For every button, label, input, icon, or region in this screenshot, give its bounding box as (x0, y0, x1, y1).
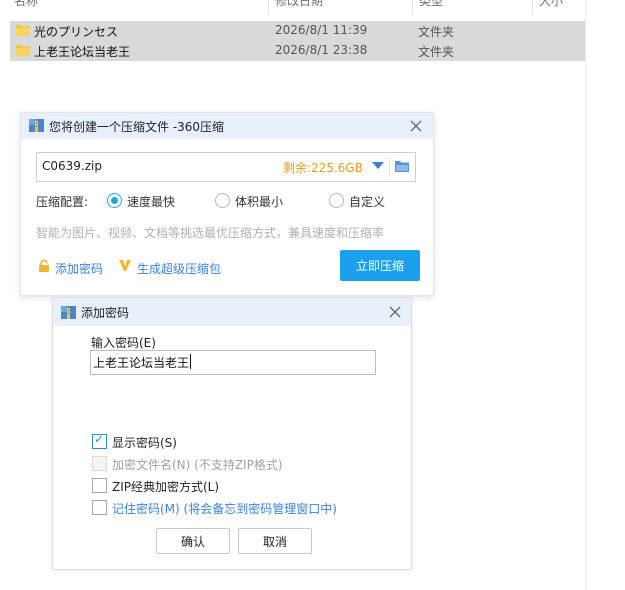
zip-classic-encryption-checkbox[interactable] (92, 478, 107, 493)
column-header-type[interactable]: 类型 (419, 0, 443, 9)
radio-custom[interactable] (329, 193, 344, 208)
compress-dialog: 您将创建一个压缩文件 -360压缩 C0639.zip 剩余:225.6GB 压… (20, 112, 434, 296)
dialog-title: 添加密码 (81, 306, 130, 320)
password-input-label: 输入密码(E) (91, 336, 156, 350)
radio-fastest-label[interactable]: 速度最快 (127, 193, 175, 210)
archive-filename[interactable]: C0639.zip (42, 159, 102, 173)
file-date: 2026/8/1 23:38 (275, 43, 368, 57)
chevron-down-icon[interactable] (372, 162, 384, 169)
add-password-link[interactable]: 添加密码 (55, 260, 103, 277)
remember-password-checkbox[interactable] (92, 500, 107, 515)
file-row[interactable]: 上老王论坛当老王 2026/8/1 23:38 文件夹 (10, 41, 585, 61)
show-password-label[interactable]: 显示密码(S) (112, 434, 177, 451)
column-header-modified[interactable]: 修改日期 (275, 0, 323, 9)
column-divider[interactable] (532, 0, 533, 14)
radio-fastest[interactable] (107, 193, 122, 208)
file-type: 文件夹 (418, 25, 455, 39)
cancel-button[interactable]: 取消 (238, 528, 312, 554)
super-archive-link[interactable]: 生成超级压缩包 (137, 260, 221, 277)
encrypt-filenames-checkbox (92, 456, 107, 471)
archive-path-field[interactable]: C0639.zip 剩余:225.6GB (36, 152, 416, 182)
vip-v-icon[interactable] (118, 258, 132, 272)
zip-classic-encryption-label[interactable]: ZIP经典加密方式(L) (112, 478, 219, 495)
checkmark-icon: ✓ (94, 432, 105, 446)
file-date: 2026/8/1 11:39 (275, 23, 368, 37)
compress-now-button[interactable]: 立即压缩 (340, 250, 420, 281)
remember-password-label[interactable]: 记住密码(M) (将会备忘到密码管理窗口中) (112, 500, 337, 517)
column-divider[interactable] (268, 0, 269, 14)
free-space-label: 剩余:225.6GB (283, 161, 363, 175)
confirm-button[interactable]: 确认 (156, 528, 230, 554)
360-zip-app-icon (29, 119, 44, 132)
close-icon[interactable] (386, 303, 404, 321)
show-password-checkbox[interactable]: ✓ (92, 432, 107, 449)
password-value[interactable]: 上老王论坛当老王 (93, 354, 189, 371)
close-icon[interactable] (407, 117, 425, 135)
file-name: 上老王论坛当老王 (34, 45, 131, 59)
dialog-title: 您将创建一个压缩文件 -360压缩 (49, 120, 225, 134)
file-type: 文件夹 (418, 45, 455, 59)
folder-icon (16, 25, 30, 36)
dialog-titlebar[interactable]: 您将创建一个压缩文件 -360压缩 (21, 113, 433, 139)
file-row[interactable]: 光のプリンセス 2026/8/1 11:39 文件夹 (10, 21, 585, 41)
column-header-name[interactable]: 名称 (14, 0, 38, 9)
radio-smallest-label[interactable]: 体积最小 (235, 193, 283, 210)
radio-custom-label[interactable]: 自定义 (349, 193, 385, 210)
password-input[interactable]: 上老王论坛当老王 (90, 350, 376, 375)
file-list-header: 名称 修改日期 类型 大小 (0, 0, 585, 14)
file-name: 光のプリンセス (34, 25, 119, 39)
window-border (585, 0, 586, 590)
360-zip-app-icon (61, 306, 76, 319)
radio-smallest[interactable] (215, 193, 230, 208)
divider (389, 157, 390, 177)
compression-config-label: 压缩配置: (36, 195, 89, 209)
lock-icon[interactable] (38, 260, 50, 272)
column-divider[interactable] (412, 0, 413, 14)
dialog-titlebar[interactable]: 添加密码 (53, 298, 411, 326)
text-caret (190, 354, 191, 369)
compression-hint: 智能为图片、视频、文档等挑选最优压缩方式，兼具速度和压缩率 (36, 226, 385, 240)
encrypt-filenames-label: 加密文件名(N) (不支持ZIP格式) (112, 458, 283, 472)
column-header-size[interactable]: 大小 (539, 0, 563, 9)
browse-folder-icon[interactable] (395, 160, 409, 172)
add-password-dialog: 添加密码 输入密码(E) 上老王论坛当老王 ✓ 显示密码(S) 加密文件名(N)… (52, 297, 412, 570)
folder-icon (16, 45, 30, 56)
